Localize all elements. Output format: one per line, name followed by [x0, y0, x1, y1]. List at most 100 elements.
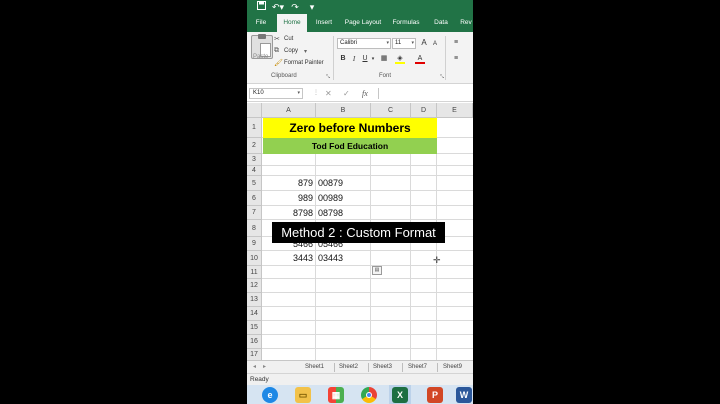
font-color-icon[interactable]: A [415, 54, 425, 64]
column-header-d[interactable]: D [411, 103, 437, 118]
formula-bar: K10 ▾ ⋮ ✕ ✓ fx [247, 85, 473, 102]
shrink-font-button[interactable]: A [430, 39, 440, 49]
sheet-tab-9[interactable]: Sheet9 [443, 362, 462, 373]
title-banner[interactable]: Zero before Numbers [263, 118, 437, 138]
more-icon: ⋮ [313, 90, 319, 96]
undo-icon[interactable]: ↶▾ [271, 1, 285, 13]
powerpoint-icon[interactable]: P [427, 387, 443, 403]
excel-window: ↶▾ ↷ ▾ File Home Insert Page Layout Form… [247, 0, 473, 404]
clipboard-icon [258, 34, 266, 39]
customize-icon[interactable]: ▾ [307, 1, 317, 13]
row-header-2[interactable]: 2 [247, 138, 262, 154]
cell-b6[interactable]: 00989 [316, 191, 370, 205]
gridline [262, 334, 473, 335]
save-icon[interactable] [255, 1, 267, 13]
font-launcher-icon[interactable]: ⤡ [440, 74, 444, 80]
name-box[interactable]: K10 ▾ [249, 88, 303, 99]
tab-insert[interactable]: Insert [313, 14, 335, 32]
font-size-select[interactable]: 11 ▾ [392, 38, 416, 49]
tab-file[interactable]: File [251, 14, 271, 32]
chevron-down-icon: ▾ [386, 40, 389, 46]
cell-a5[interactable]: 879 [263, 176, 315, 190]
format-painter-button[interactable]: Format Painter [284, 60, 324, 66]
excel-icon[interactable]: X [392, 387, 408, 403]
row-header-3[interactable]: 3 [247, 154, 262, 166]
word-icon[interactable]: W [456, 387, 472, 403]
bold-button[interactable]: B [338, 54, 348, 64]
font-name-select[interactable]: Calibri ▾ [337, 38, 391, 49]
redo-icon[interactable]: ↷ [290, 1, 300, 13]
column-header-e[interactable]: E [437, 103, 473, 118]
row-header-15[interactable]: 15 [247, 321, 262, 335]
row-header-8[interactable]: 8 [247, 220, 262, 237]
tab-review[interactable]: Rev [459, 14, 473, 32]
tab-data[interactable]: Data [431, 14, 451, 32]
sheet-tab-2[interactable]: Sheet2 [339, 362, 358, 373]
copy-button[interactable]: Copy [284, 48, 298, 54]
formula-input[interactable] [378, 88, 473, 99]
gridline [262, 320, 473, 321]
cell-a10[interactable]: 3443 [263, 251, 315, 265]
underline-dropdown-icon[interactable]: ▾ [368, 54, 378, 64]
select-all-corner[interactable] [247, 103, 262, 118]
fill-color-icon[interactable]: ◈ [395, 54, 405, 64]
cut-icon[interactable]: ✂ [274, 35, 280, 43]
cell-a7[interactable]: 8798 [263, 206, 315, 220]
chrome-icon[interactable] [361, 387, 377, 403]
sheet-tab-3[interactable]: Sheet3 [373, 362, 392, 373]
borders-icon[interactable]: ▦ [379, 54, 389, 64]
row-header-10[interactable]: 10 [247, 251, 262, 266]
cell-b5[interactable]: 00879 [316, 176, 370, 190]
clipboard-launcher-icon[interactable]: ⤡ [326, 74, 330, 80]
cancel-icon[interactable]: ✕ [325, 88, 332, 99]
column-header-a[interactable]: A [262, 103, 316, 118]
row-header-12[interactable]: 12 [247, 279, 262, 293]
internet-explorer-icon[interactable]: e [262, 387, 278, 403]
ribbon-separator [333, 36, 334, 80]
copy-icon[interactable]: ⧉ [274, 47, 279, 55]
scroll-right-icon[interactable]: ▸ [263, 362, 266, 373]
enter-icon[interactable]: ✓ [343, 88, 350, 99]
paste-label[interactable]: Paste [253, 54, 268, 60]
row-header-6[interactable]: 6 [247, 191, 262, 206]
tab-divider [368, 363, 369, 372]
tab-formulas[interactable]: Formulas [391, 14, 421, 32]
file-explorer-icon[interactable]: ▭ [295, 387, 311, 403]
italic-button[interactable]: I [349, 54, 359, 64]
chevron-down-icon: ▾ [411, 40, 414, 46]
status-bar: Ready [247, 373, 473, 385]
format-painter-icon[interactable]: 🖌 [274, 59, 283, 67]
align-left-icon[interactable]: ≡ [451, 54, 461, 64]
row-header-16[interactable]: 16 [247, 335, 262, 349]
sheet-tab-1[interactable]: Sheet1 [305, 362, 324, 373]
align-top-icon[interactable]: ≡ [451, 38, 461, 48]
tab-home[interactable]: Home [277, 14, 307, 32]
cell-a6[interactable]: 989 [263, 191, 315, 205]
grow-font-button[interactable]: A [419, 38, 429, 48]
sheet-tab-7[interactable]: Sheet7 [408, 362, 427, 373]
cell-b7[interactable]: 08798 [316, 206, 370, 220]
row-header-7[interactable]: 7 [247, 206, 262, 220]
row-header-14[interactable]: 14 [247, 307, 262, 321]
cell-b10[interactable]: 03443 [316, 251, 370, 265]
ribbon-separator [445, 36, 446, 80]
row-header-11[interactable]: 11 [247, 266, 262, 279]
store-icon[interactable]: ▦ [328, 387, 344, 403]
scroll-left-icon[interactable]: ◂ [253, 362, 256, 373]
row-header-13[interactable]: 13 [247, 293, 262, 307]
column-header-b[interactable]: B [316, 103, 371, 118]
column-header-c[interactable]: C [371, 103, 411, 118]
sheet-tab-bar: ◂ ▸ Sheet1 Sheet2 Sheet3 Sheet7 Sheet9 [247, 360, 473, 373]
row-header-9[interactable]: 9 [247, 237, 262, 251]
subtitle-banner[interactable]: Tod Fod Education [263, 138, 437, 154]
font-group-label: Font [379, 73, 392, 79]
cut-button[interactable]: Cut [284, 36, 293, 42]
row-header-17[interactable]: 17 [247, 349, 262, 360]
paste-options-icon[interactable]: ▤ [372, 266, 382, 275]
copy-dropdown-icon[interactable]: ▾ [304, 48, 307, 55]
row-header-1[interactable]: 1 [247, 118, 262, 138]
row-header-4[interactable]: 4 [247, 166, 262, 176]
tab-page-layout[interactable]: Page Layout [343, 14, 383, 32]
row-header-5[interactable]: 5 [247, 176, 262, 191]
insert-function-icon[interactable]: fx [362, 88, 368, 99]
